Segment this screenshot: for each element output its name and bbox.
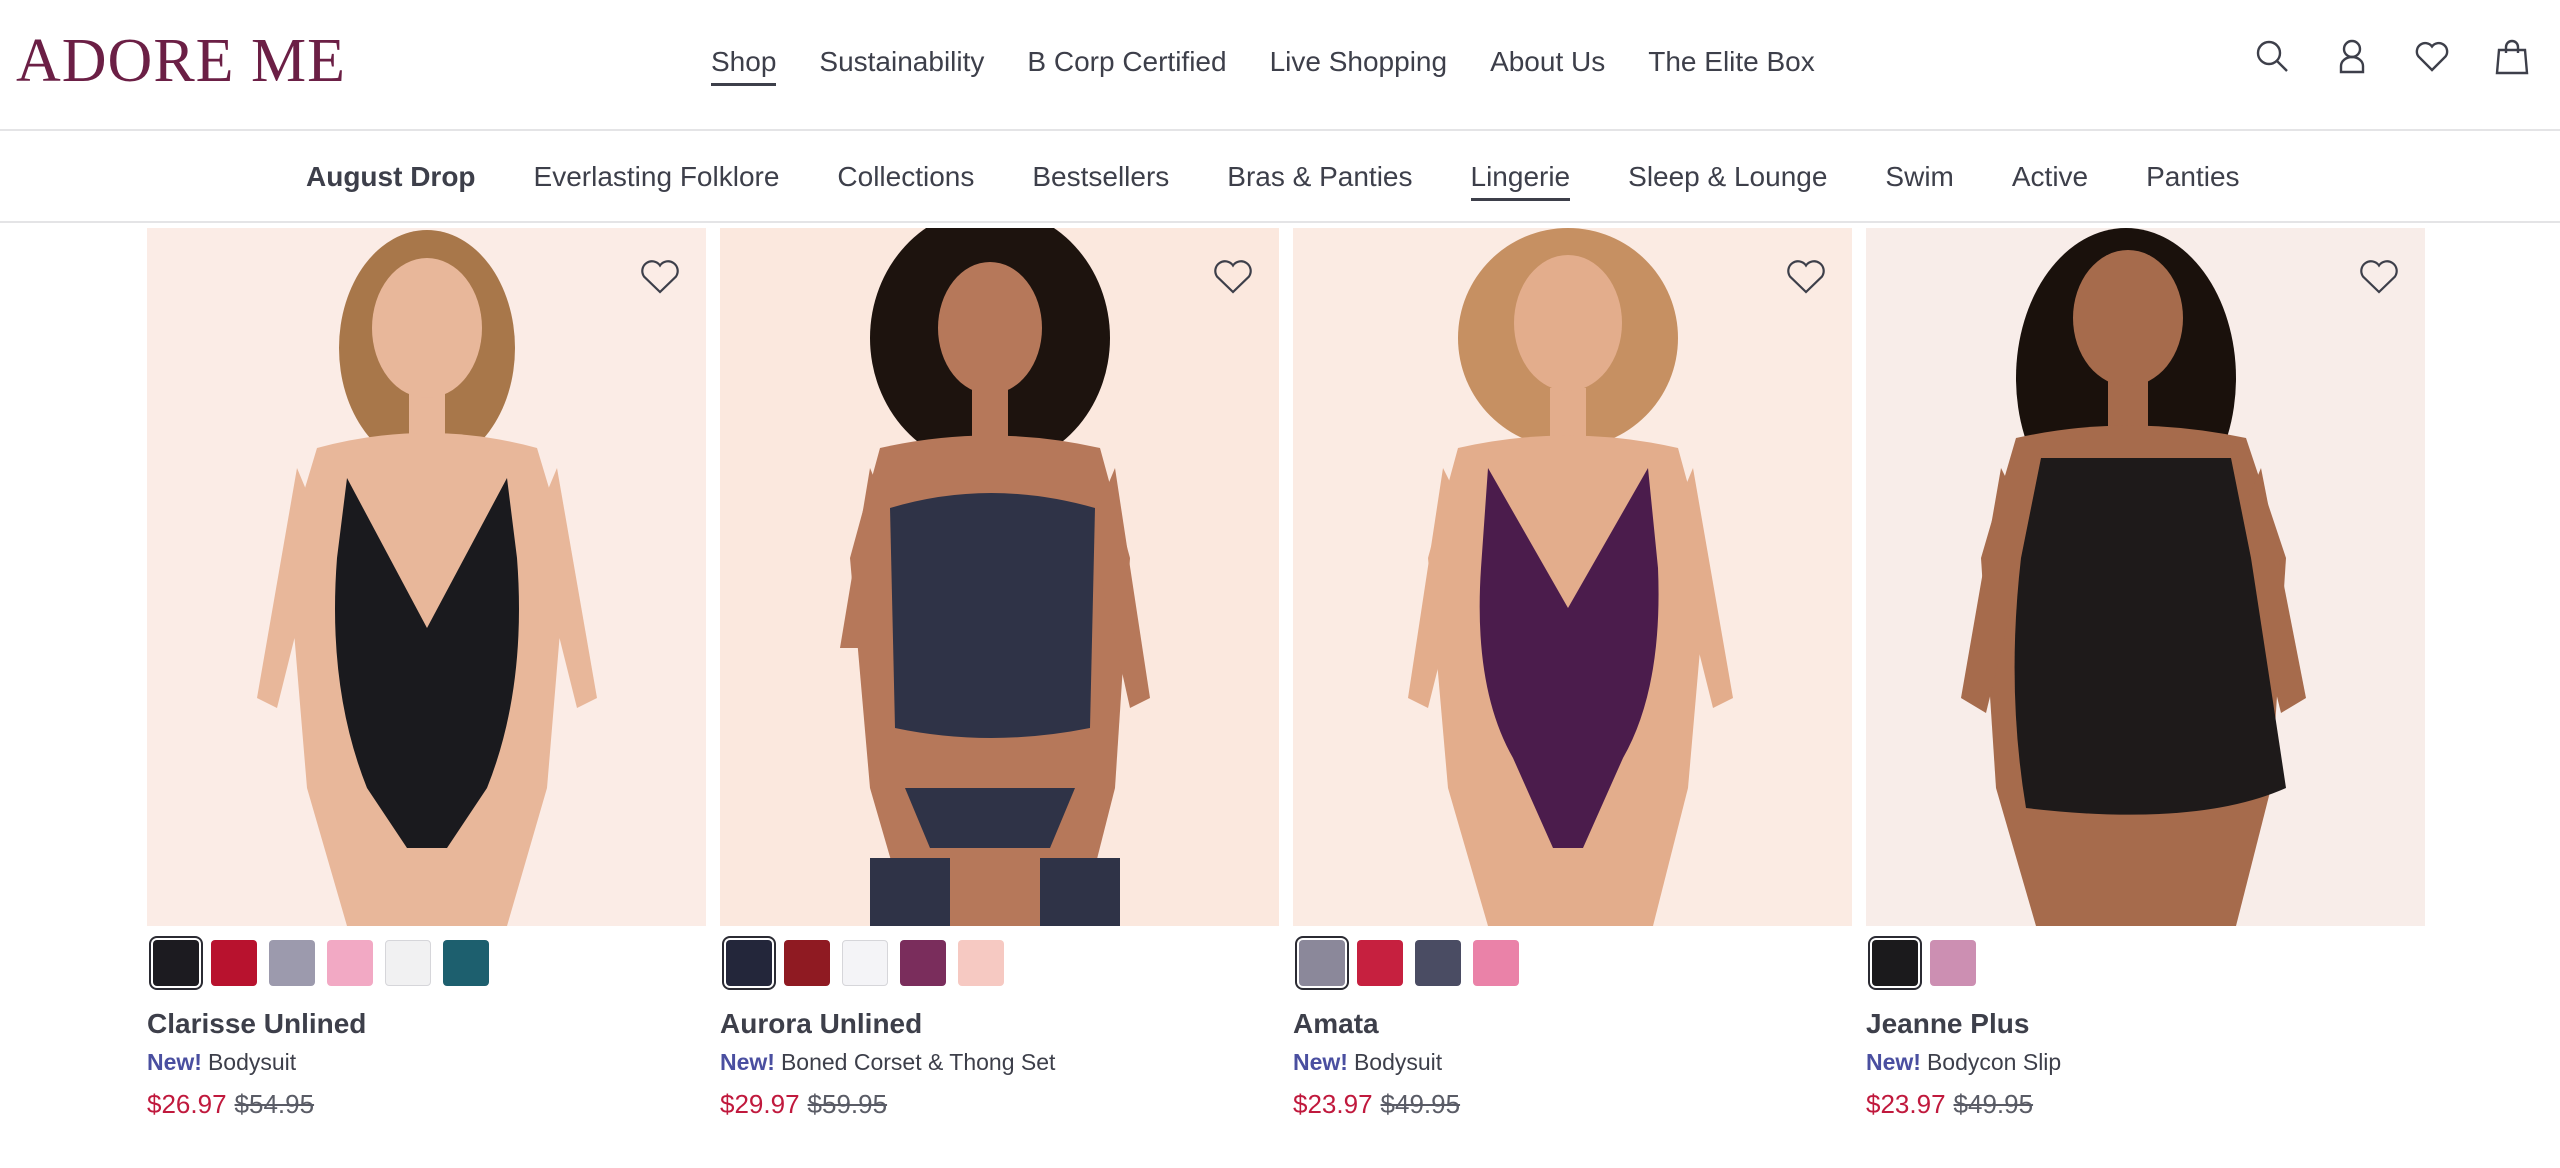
color-swatch[interactable] (443, 940, 489, 986)
category-nav: August Drop Everlasting Folklore Collect… (0, 133, 2560, 223)
site-header: ADORE ME Shop Sustainability B Corp Cert… (0, 0, 2560, 131)
shopping-bag-icon[interactable] (2492, 36, 2532, 76)
color-swatch[interactable] (958, 940, 1004, 986)
wishlist-heart-icon[interactable] (1784, 256, 1828, 296)
model-figure (1866, 228, 2425, 926)
main-nav: Shop Sustainability B Corp Certified Liv… (711, 42, 1815, 86)
product-type: New! Boned Corset & Thong Set (720, 1046, 1279, 1078)
category-lingerie[interactable]: Lingerie (1470, 157, 1570, 201)
category-active[interactable]: Active (2012, 157, 2088, 197)
color-swatch[interactable] (1357, 940, 1403, 986)
category-august-drop[interactable]: August Drop (306, 157, 476, 197)
product-type: New! Bodysuit (1293, 1046, 1852, 1078)
main-nav-sustainability[interactable]: Sustainability (819, 42, 984, 82)
color-swatch[interactable] (1415, 940, 1461, 986)
color-swatches (147, 940, 706, 986)
product-type-label: Bodysuit (1353, 1049, 1443, 1075)
color-swatch[interactable] (385, 940, 431, 986)
color-swatch[interactable] (1930, 940, 1976, 986)
color-swatches (720, 940, 1279, 986)
product-name[interactable]: Clarisse Unlined (147, 1006, 706, 1042)
new-badge: New! (1293, 1049, 1348, 1075)
sale-price: $29.97 (720, 1089, 800, 1119)
model-figure (1293, 228, 1852, 926)
product-name[interactable]: Amata (1293, 1006, 1852, 1042)
product-type: New! Bodysuit (147, 1046, 706, 1078)
header-actions (2252, 36, 2532, 76)
color-swatch[interactable] (726, 940, 772, 986)
product-type-label: Bodycon Slip (1926, 1049, 2062, 1075)
sale-price: $26.97 (147, 1089, 227, 1119)
product-price: $29.97 $59.95 (720, 1086, 1279, 1122)
color-swatch[interactable] (1299, 940, 1345, 986)
sale-price: $23.97 (1866, 1089, 1946, 1119)
product-image[interactable] (1293, 228, 1852, 926)
category-bras-panties[interactable]: Bras & Panties (1227, 157, 1412, 197)
product-grid: Clarisse Unlined New! Bodysuit $26.97 $54.… (147, 228, 2425, 1122)
wishlist-heart-icon[interactable] (1211, 256, 1255, 296)
original-price: $54.95 (234, 1089, 315, 1119)
product-card: Jeanne Plus New! Bodycon Slip $23.97 $49.9… (1866, 228, 2425, 1122)
main-nav-live-shopping[interactable]: Live Shopping (1270, 42, 1447, 82)
search-icon[interactable] (2252, 36, 2292, 76)
wishlist-heart-icon[interactable] (638, 256, 682, 296)
color-swatch[interactable] (1872, 940, 1918, 986)
main-nav-b-corp-certified[interactable]: B Corp Certified (1027, 42, 1226, 82)
product-name[interactable]: Jeanne Plus (1866, 1006, 2425, 1042)
color-swatch[interactable] (153, 940, 199, 986)
product-price: $26.97 $54.95 (147, 1086, 706, 1122)
product-card: Aurora Unlined New! Boned Corset & Thong … (720, 228, 1279, 1122)
product-image[interactable] (1866, 228, 2425, 926)
color-swatches (1866, 940, 2425, 986)
brand-logo[interactable]: ADORE ME (16, 28, 346, 94)
product-type-label: Boned Corset & Thong Set (780, 1049, 1056, 1075)
product-price: $23.97 $49.95 (1293, 1086, 1852, 1122)
main-nav-about-us[interactable]: About Us (1490, 42, 1605, 82)
original-price: $59.95 (807, 1089, 888, 1119)
color-swatch[interactable] (327, 940, 373, 986)
category-sleep-lounge[interactable]: Sleep & Lounge (1628, 157, 1827, 197)
product-type-label: Bodysuit (207, 1049, 297, 1075)
new-badge: New! (147, 1049, 202, 1075)
model-figure (720, 228, 1279, 926)
color-swatch[interactable] (784, 940, 830, 986)
new-badge: New! (720, 1049, 775, 1075)
color-swatch[interactable] (900, 940, 946, 986)
color-swatch[interactable] (842, 940, 888, 986)
color-swatch[interactable] (269, 940, 315, 986)
main-nav-elite-box[interactable]: The Elite Box (1648, 42, 1815, 82)
category-bestsellers[interactable]: Bestsellers (1032, 157, 1169, 197)
product-image[interactable] (720, 228, 1279, 926)
product-name[interactable]: Aurora Unlined (720, 1006, 1279, 1042)
main-nav-shop[interactable]: Shop (711, 42, 777, 86)
model-figure (147, 228, 706, 926)
sale-price: $23.97 (1293, 1089, 1373, 1119)
wishlist-heart-icon[interactable] (2412, 36, 2452, 76)
new-badge: New! (1866, 1049, 1921, 1075)
wishlist-heart-icon[interactable] (2357, 256, 2401, 296)
color-swatches (1293, 940, 1852, 986)
category-collections[interactable]: Collections (837, 157, 974, 197)
color-swatch[interactable] (1473, 940, 1519, 986)
product-image[interactable] (147, 228, 706, 926)
product-card: Amata New! Bodysuit $23.97 $49.95 (1293, 228, 1852, 1122)
product-type: New! Bodycon Slip (1866, 1046, 2425, 1078)
category-panties[interactable]: Panties (2146, 157, 2239, 197)
color-swatch[interactable] (211, 940, 257, 986)
category-swim[interactable]: Swim (1885, 157, 1953, 197)
category-everlasting-folklore[interactable]: Everlasting Folklore (534, 157, 780, 197)
product-price: $23.97 $49.95 (1866, 1086, 2425, 1122)
original-price: $49.95 (1953, 1089, 2034, 1119)
account-icon[interactable] (2332, 36, 2372, 76)
original-price: $49.95 (1380, 1089, 1461, 1119)
product-card: Clarisse Unlined New! Bodysuit $26.97 $54.… (147, 228, 706, 1122)
